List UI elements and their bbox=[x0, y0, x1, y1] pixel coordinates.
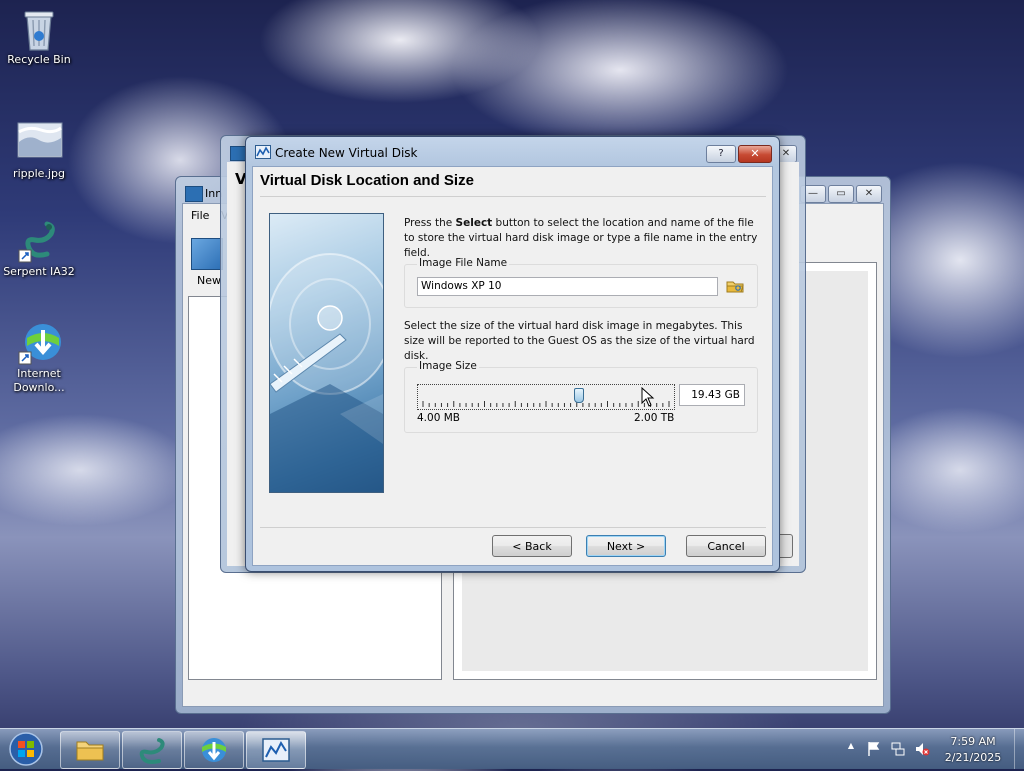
dialog-body: Virtual Disk Location and Size Press the… bbox=[252, 166, 773, 566]
taskbar-internet-download-manager[interactable] bbox=[184, 731, 244, 769]
location-instructions: Press the Select button to select the lo… bbox=[404, 217, 758, 259]
back-button[interactable]: < Back bbox=[492, 535, 572, 557]
show-desktop-button[interactable] bbox=[1014, 729, 1024, 769]
image-size-slider[interactable] bbox=[417, 384, 675, 410]
close-button[interactable]: ✕ bbox=[856, 185, 882, 203]
new-vm-icon[interactable] bbox=[191, 238, 223, 270]
clock-time: 7:59 AM bbox=[950, 735, 996, 748]
select-keyword: Select bbox=[455, 217, 493, 229]
close-button[interactable]: ✕ bbox=[738, 145, 772, 163]
image-file-icon bbox=[17, 120, 63, 164]
slider-max-label: 2.00 TB bbox=[634, 412, 675, 424]
image-size-group: Image Size 19.43 GB 4.00 MB 2.00 TB bbox=[404, 360, 758, 433]
desktop-icon-ripple-jpg[interactable]: ripple.jpg bbox=[0, 120, 78, 180]
group-label: Image Size bbox=[417, 360, 479, 372]
volume-muted-icon[interactable] bbox=[914, 741, 930, 757]
network-icon[interactable] bbox=[890, 741, 906, 757]
desktop-icon-label: Recycle Bin bbox=[7, 53, 71, 66]
taskbar-virtualbox[interactable] bbox=[246, 731, 306, 769]
divider bbox=[260, 527, 766, 528]
slider-min-label: 4.00 MB bbox=[417, 412, 460, 424]
system-clock[interactable]: 7:59 AM 2/21/2025 bbox=[938, 734, 1008, 766]
dialog-titlebar[interactable]: Create New Virtual Disk ? ✕ bbox=[246, 137, 779, 167]
virtualbox-icon bbox=[262, 738, 290, 762]
recycle-bin-icon bbox=[17, 6, 61, 51]
page-title: Virtual Disk Location and Size bbox=[260, 172, 474, 189]
desktop-icon-label: Serpent IA32 bbox=[3, 265, 75, 278]
tray-expand-icon[interactable]: ▲ bbox=[843, 741, 859, 757]
group-label: Image File Name bbox=[417, 257, 510, 269]
size-value-field[interactable]: 19.43 GB bbox=[679, 384, 745, 406]
hard-disk-illustration bbox=[269, 213, 384, 493]
select-file-button[interactable] bbox=[725, 277, 745, 295]
clock-date: 2/21/2025 bbox=[944, 751, 1002, 764]
folder-icon bbox=[76, 741, 104, 761]
taskbar-serpent[interactable] bbox=[122, 731, 182, 769]
taskbar-file-explorer[interactable] bbox=[60, 731, 120, 769]
internet-download-manager-icon bbox=[17, 320, 61, 365]
new-button-label[interactable]: New bbox=[197, 274, 221, 287]
slider-ticks bbox=[422, 401, 670, 407]
desktop-icon-label: ripple.jpg bbox=[13, 167, 65, 180]
maximize-button[interactable]: ▭ bbox=[828, 185, 854, 203]
cancel-button[interactable]: Cancel bbox=[686, 535, 766, 557]
desktop-icon-internet-download-manager[interactable]: Internet Downlo... bbox=[0, 320, 78, 395]
windows-orb-icon bbox=[9, 732, 43, 766]
size-instructions: Select the size of the virtual hard disk… bbox=[404, 320, 755, 362]
image-file-name-group: Image File Name Windows XP 10 bbox=[404, 257, 758, 308]
desktop-icon-serpent[interactable]: Serpent IA32 bbox=[0, 218, 78, 278]
virtualbox-icon bbox=[255, 145, 271, 159]
help-button[interactable]: ? bbox=[706, 145, 736, 163]
internet-download-manager-icon bbox=[202, 738, 226, 762]
divider bbox=[260, 196, 766, 197]
file-name-input[interactable]: Windows XP 10 bbox=[417, 277, 718, 296]
next-button[interactable]: Next > bbox=[586, 535, 666, 557]
folder-icon bbox=[726, 281, 744, 293]
serpent-icon bbox=[139, 738, 165, 764]
menu-file[interactable]: File bbox=[191, 209, 209, 222]
action-center-flag-icon[interactable] bbox=[866, 741, 882, 757]
desktop-icon-label: Internet Downlo... bbox=[13, 367, 65, 394]
desktop-icon-recycle-bin[interactable]: Recycle Bin bbox=[0, 6, 78, 66]
taskbar: ▲ 7:59 AM 2/21/2025 bbox=[0, 728, 1024, 769]
window-app-icon bbox=[185, 186, 203, 202]
serpent-icon bbox=[17, 218, 61, 263]
dialog-title: Create New Virtual Disk bbox=[275, 146, 418, 160]
start-button[interactable] bbox=[4, 731, 52, 767]
create-virtual-disk-dialog[interactable]: Create New Virtual Disk ? ✕ Virtual Disk… bbox=[245, 136, 780, 572]
slider-thumb[interactable] bbox=[574, 388, 585, 403]
mouse-cursor bbox=[641, 386, 655, 410]
